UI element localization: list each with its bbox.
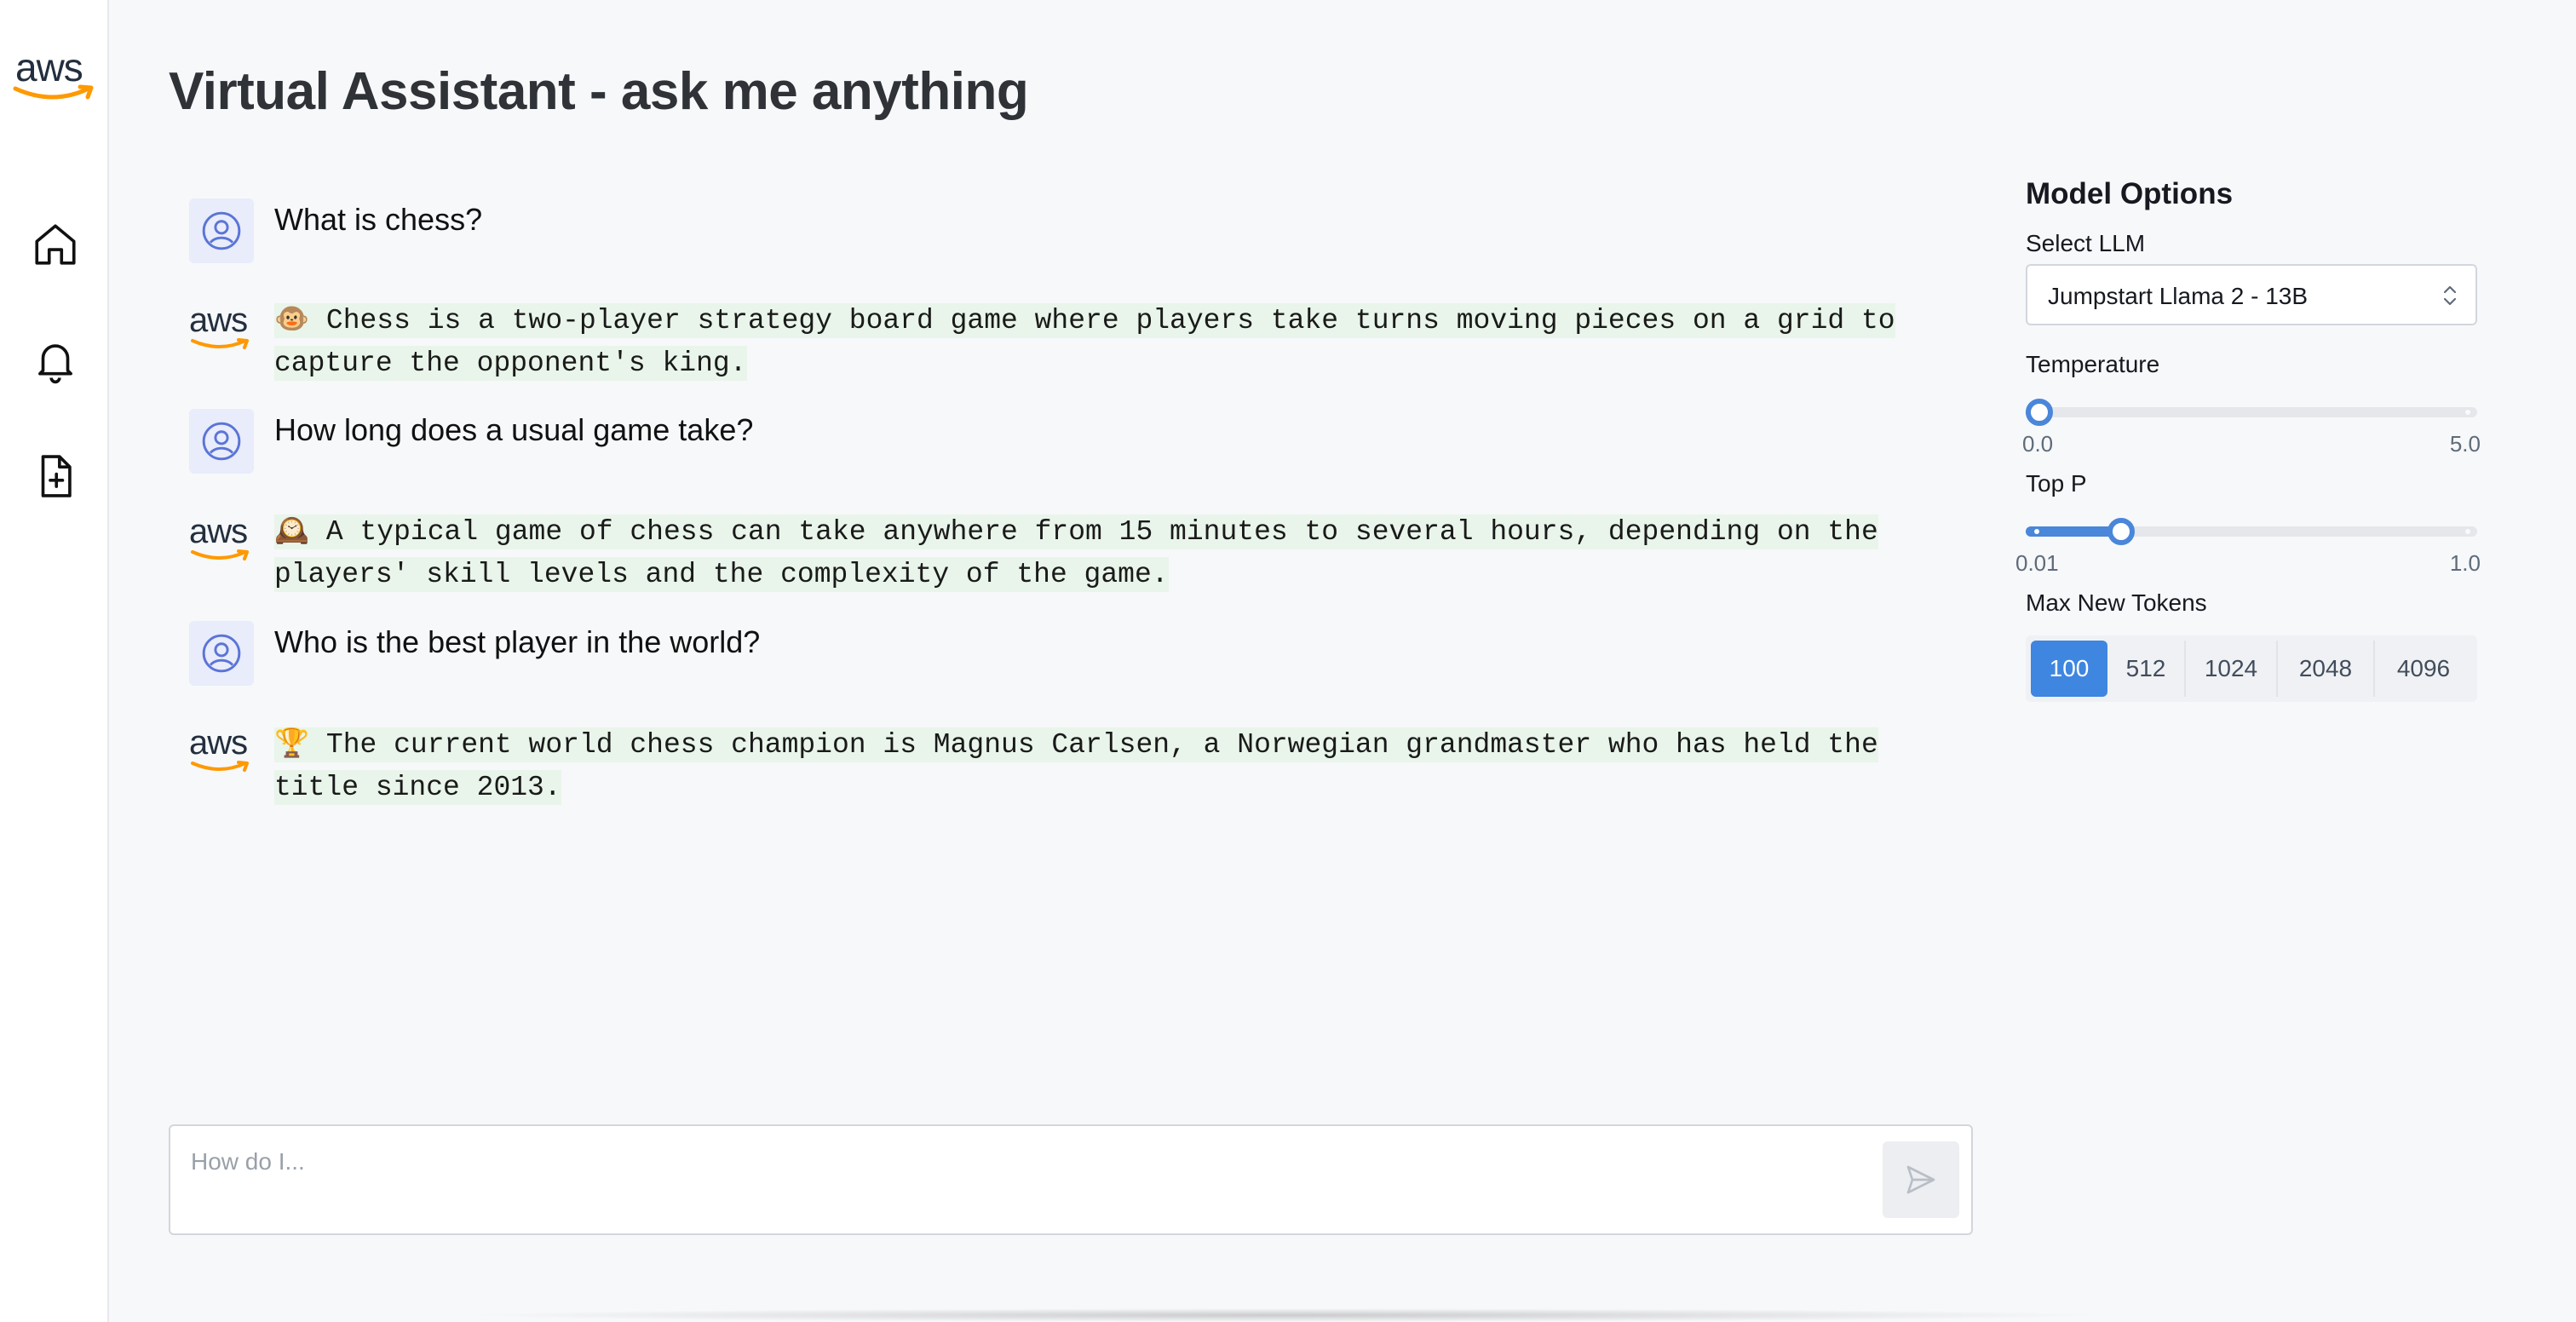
select-chevron-icon [2443, 285, 2457, 306]
aws-avatar-icon: aws [189, 726, 254, 778]
temperature-track [2026, 407, 2477, 417]
max-new-tokens-segmented-control: 100 512 1024 2048 4096 [2026, 635, 2477, 702]
sidebar: aws [0, 0, 109, 1322]
max-tokens-option-2048[interactable]: 2048 [2278, 641, 2375, 697]
aws-logo-text: aws [15, 45, 83, 89]
max-tokens-option-1024[interactable]: 1024 [2186, 641, 2278, 697]
user-message-text: What is chess? [274, 202, 483, 237]
aws-avatar-icon: aws [189, 514, 254, 566]
model-options-panel: Model Options Select LLM Jumpstart Llama… [2015, 177, 2481, 702]
select-llm-label: Select LLM [2026, 230, 2146, 256]
file-plus-icon[interactable] [31, 451, 80, 501]
send-icon [1906, 1165, 1935, 1194]
chat-input[interactable]: How do I... [169, 1124, 1973, 1235]
max-tokens-option-4096[interactable]: 4096 [2375, 641, 2472, 697]
bell-icon[interactable] [31, 336, 80, 385]
temperature-end-dot [2465, 410, 2470, 415]
top-p-start-dot [2034, 529, 2039, 534]
top-p-max-label: 1.0 [2449, 550, 2481, 576]
user-message-text: Who is the best player in the world? [274, 624, 761, 659]
max-tokens-option-512[interactable]: 512 [2107, 641, 2186, 697]
temperature-max-label: 5.0 [2449, 431, 2481, 457]
top-p-end-dot [2465, 529, 2470, 534]
user-avatar-icon [189, 621, 254, 686]
user-avatar-icon [189, 409, 254, 474]
temperature-thumb[interactable] [2026, 399, 2053, 426]
assistant-message-text: 🏆 The current world chess champion is Ma… [274, 727, 1878, 805]
max-new-tokens-label: Max New Tokens [2026, 589, 2207, 616]
max-tokens-option-100[interactable]: 100 [2031, 641, 2107, 697]
assistant-message-text: 🐵 Chess is a two-player strategy board g… [274, 303, 1895, 381]
assistant-message-text: 🕰️ A typical game of chess can take anyw… [274, 514, 1878, 592]
temperature-slider[interactable] [2026, 394, 2477, 428]
send-button[interactable] [1883, 1141, 1959, 1218]
llm-select-value: Jumpstart Llama 2 - 13B [2048, 283, 2309, 309]
llm-select[interactable]: Jumpstart Llama 2 - 13B [2026, 264, 2477, 325]
bottom-shadow [460, 1308, 2113, 1322]
model-options-title: Model Options [2026, 177, 2234, 210]
home-icon[interactable] [31, 220, 80, 269]
aws-avatar-icon: aws [189, 303, 254, 355]
top-p-slider[interactable] [2026, 513, 2477, 547]
top-p-thumb[interactable] [2107, 518, 2136, 545]
top-p-label: Top P [2026, 470, 2087, 497]
page-title: Virtual Assistant - ask me anything [169, 62, 1029, 121]
temperature-label: Temperature [2026, 351, 2160, 377]
top-p-min-label: 0.01 [2015, 550, 2059, 576]
aws-logo[interactable]: aws [12, 48, 97, 104]
user-avatar-icon [189, 198, 254, 263]
temperature-min-label: 0.0 [2022, 431, 2054, 457]
chat-input-placeholder: How do I... [191, 1148, 305, 1175]
user-message-text: How long does a usual game take? [274, 412, 754, 447]
